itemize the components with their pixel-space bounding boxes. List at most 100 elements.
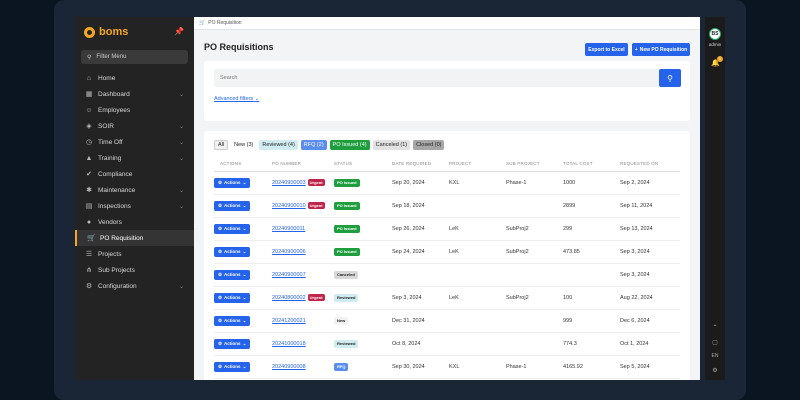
chevron-down-icon: ⌄ [242, 225, 247, 231]
po-number-cell: 20240800002 Urgent [272, 286, 334, 310]
export-excel-button[interactable]: Export to Excel [585, 43, 628, 56]
po-number-link[interactable]: 20241200021 [272, 318, 306, 324]
po-number-link[interactable]: 20240900006 [272, 249, 306, 255]
gear-icon: ⚙ [85, 283, 93, 290]
chevron-down-icon: ⌄ [242, 202, 247, 208]
logo[interactable]: boms 📌 [75, 17, 194, 47]
project-cell: KXL [449, 171, 506, 195]
po-number-cell: 20241000018 [272, 332, 334, 356]
language-toggle[interactable]: EN [705, 353, 725, 359]
page-title: PO Requisitions [204, 42, 274, 52]
actions-label: Actions [224, 180, 241, 185]
sidebar-item-home[interactable]: ⌂ Home [75, 70, 194, 86]
sidebar-item-maintenance[interactable]: ✱ Maintenance ⌄ [75, 182, 194, 198]
tab-closed[interactable]: Closed (0) [413, 140, 445, 150]
new-po-requisition-button[interactable]: + New PO Requisition [632, 43, 690, 56]
search-button[interactable]: ⚲ [659, 69, 681, 87]
actions-cell: ⚙ Actions ⌄ [214, 171, 272, 195]
actions-button[interactable]: ⚙ Actions ⌄ [214, 315, 251, 326]
avatar[interactable]: BS [709, 28, 721, 40]
sidebar-item-sub-projects[interactable]: ⋔ Sub Projects [75, 262, 194, 278]
po-number-cell: 20240900010 Urgent [272, 194, 334, 218]
tab-canc[interactable]: Canceled (1) [372, 140, 411, 150]
home-icon: ⌂ [86, 74, 92, 82]
po-number-link[interactable]: 20240900007 [272, 272, 306, 278]
sidebar-item-training[interactable]: ▲ Training ⌄ [75, 150, 194, 166]
date-required-cell: Sep 26, 2024 [392, 217, 449, 241]
clipboard-icon: ▤ [85, 203, 93, 210]
breadcrumb-item[interactable]: PO Requisition [208, 20, 241, 26]
pin-icon[interactable]: 📌 [174, 27, 184, 36]
status-tabs: All New (3) Reviewed (4) RFQ (2) PO Issued (… [214, 140, 445, 150]
sidebar-item-dashboard[interactable]: ▦ Dashboard ⌄ [75, 86, 194, 102]
actions-button[interactable]: ⚙ Actions ⌄ [214, 200, 251, 211]
column-header[interactable]: PROJECT [449, 157, 506, 172]
chevron-down-icon: ⌄ [178, 187, 184, 194]
sidebar-item-label: Inspections [98, 202, 131, 210]
po-number-link[interactable]: 20240800002 [272, 295, 306, 301]
po-number-link[interactable]: 20240900011 [272, 226, 305, 232]
tab-rev[interactable]: Reviewed (4) [259, 140, 298, 150]
sidebar-item-label: Vendors [98, 218, 122, 226]
actions-button[interactable]: ⚙ Actions ⌄ [214, 338, 251, 349]
gear-icon: ⚙ [218, 340, 223, 346]
sidebar-item-soir[interactable]: ◈ SOIR ⌄ [75, 118, 194, 134]
chevron-down-icon: ⌄ [242, 340, 247, 346]
sidebar-item-compliance[interactable]: ✔ Compliance [75, 166, 194, 182]
actions-button[interactable]: ⚙ Actions ⌄ [214, 292, 251, 303]
total-cell: 999 [563, 309, 620, 333]
tab-all[interactable]: All [214, 140, 229, 150]
po-number-link[interactable]: 20241000018 [272, 341, 306, 347]
collapse-icon[interactable]: ⌃ [705, 324, 725, 331]
sidebar-item-employees[interactable]: ☺ Employees [75, 102, 194, 118]
actions-button[interactable]: ⚙ Actions ⌄ [214, 177, 251, 188]
tab-new[interactable]: New (3) [231, 140, 257, 150]
sidebar-item-inspections[interactable]: ▤ Inspections ⌄ [75, 198, 194, 214]
chevron-down-icon: ⌄ [178, 283, 184, 290]
column-header[interactable]: STATUS [334, 157, 392, 172]
settings-icon[interactable]: ⚙ [705, 367, 725, 374]
status-badge: Reviewed [334, 339, 359, 348]
shield-icon: ◈ [86, 123, 92, 130]
column-header[interactable]: REQUESTED ON [620, 157, 680, 172]
chevron-down-icon: ⌄ [178, 203, 184, 210]
date-required-cell: Dec 31, 2024 [392, 309, 449, 333]
sidebar-item-configuration[interactable]: ⚙ Configuration ⌄ [75, 278, 194, 294]
sidebar-item-po-requisition[interactable]: 🛒 PO Requisition [75, 230, 194, 246]
layout-icon[interactable]: ▢ [705, 339, 725, 346]
search-input[interactable]: Search [214, 69, 660, 87]
actions-label: Actions [224, 249, 241, 254]
sidebar-item-time-off[interactable]: ◷ Time Off ⌄ [75, 134, 194, 150]
graduation-cap-icon: ▲ [85, 154, 93, 162]
sidebar-item-label: Home [98, 74, 116, 82]
actions-button[interactable]: ⚙ Actions ⌄ [214, 361, 251, 372]
sidebar-item-vendors[interactable]: ● Vendors [75, 214, 194, 230]
column-header[interactable]: PO NUMBER [272, 157, 334, 172]
gear-icon: ⚙ [218, 225, 223, 231]
po-number-link[interactable]: 20240900008 [272, 364, 306, 370]
tab-rfq[interactable]: RFQ (2) [300, 140, 327, 150]
table-header: ACTIONS PO NUMBER STATUS DATE REQUIRED PROJE… [214, 157, 680, 172]
status-cell: New [334, 309, 392, 333]
po-number-link[interactable]: 20240900003 [272, 180, 306, 186]
requested-on-cell: Sep 5, 2024 [620, 355, 680, 379]
po-number-cell: 20240900011 [272, 217, 334, 241]
actions-button[interactable]: ⚙ Actions ⌄ [214, 269, 251, 280]
tab-issued[interactable]: PO Issued (4) [329, 140, 370, 150]
search-placeholder: Search [220, 75, 238, 81]
breadcrumb: 🛒 PO Requisition [194, 17, 700, 30]
list-icon: ☰ [85, 251, 93, 258]
sidebar-item-projects[interactable]: ☰ Projects [75, 246, 194, 262]
filter-menu-input[interactable]: ⚲ Filter Menu [81, 50, 188, 64]
column-header[interactable]: SUB PROJECT [506, 157, 563, 172]
column-header[interactable]: ACTIONS [214, 157, 272, 172]
actions-label: Actions [224, 272, 241, 277]
po-number-link[interactable]: 20240900010 [272, 203, 306, 209]
actions-button[interactable]: ⚙ Actions ⌄ [214, 223, 251, 234]
sidebar: boms 📌 ⚲ Filter Menu ⌂ Home ▦ Dashboard ⌄ ☺ Em… [75, 17, 194, 380]
column-header[interactable]: TOTAL COST [563, 157, 620, 172]
sub-project-cell [506, 332, 563, 356]
column-header[interactable]: DATE REQUIRED [392, 157, 449, 172]
actions-button[interactable]: ⚙ Actions ⌄ [214, 246, 251, 257]
advanced-filters-link[interactable]: Advanced filters ⌄ [214, 96, 259, 102]
